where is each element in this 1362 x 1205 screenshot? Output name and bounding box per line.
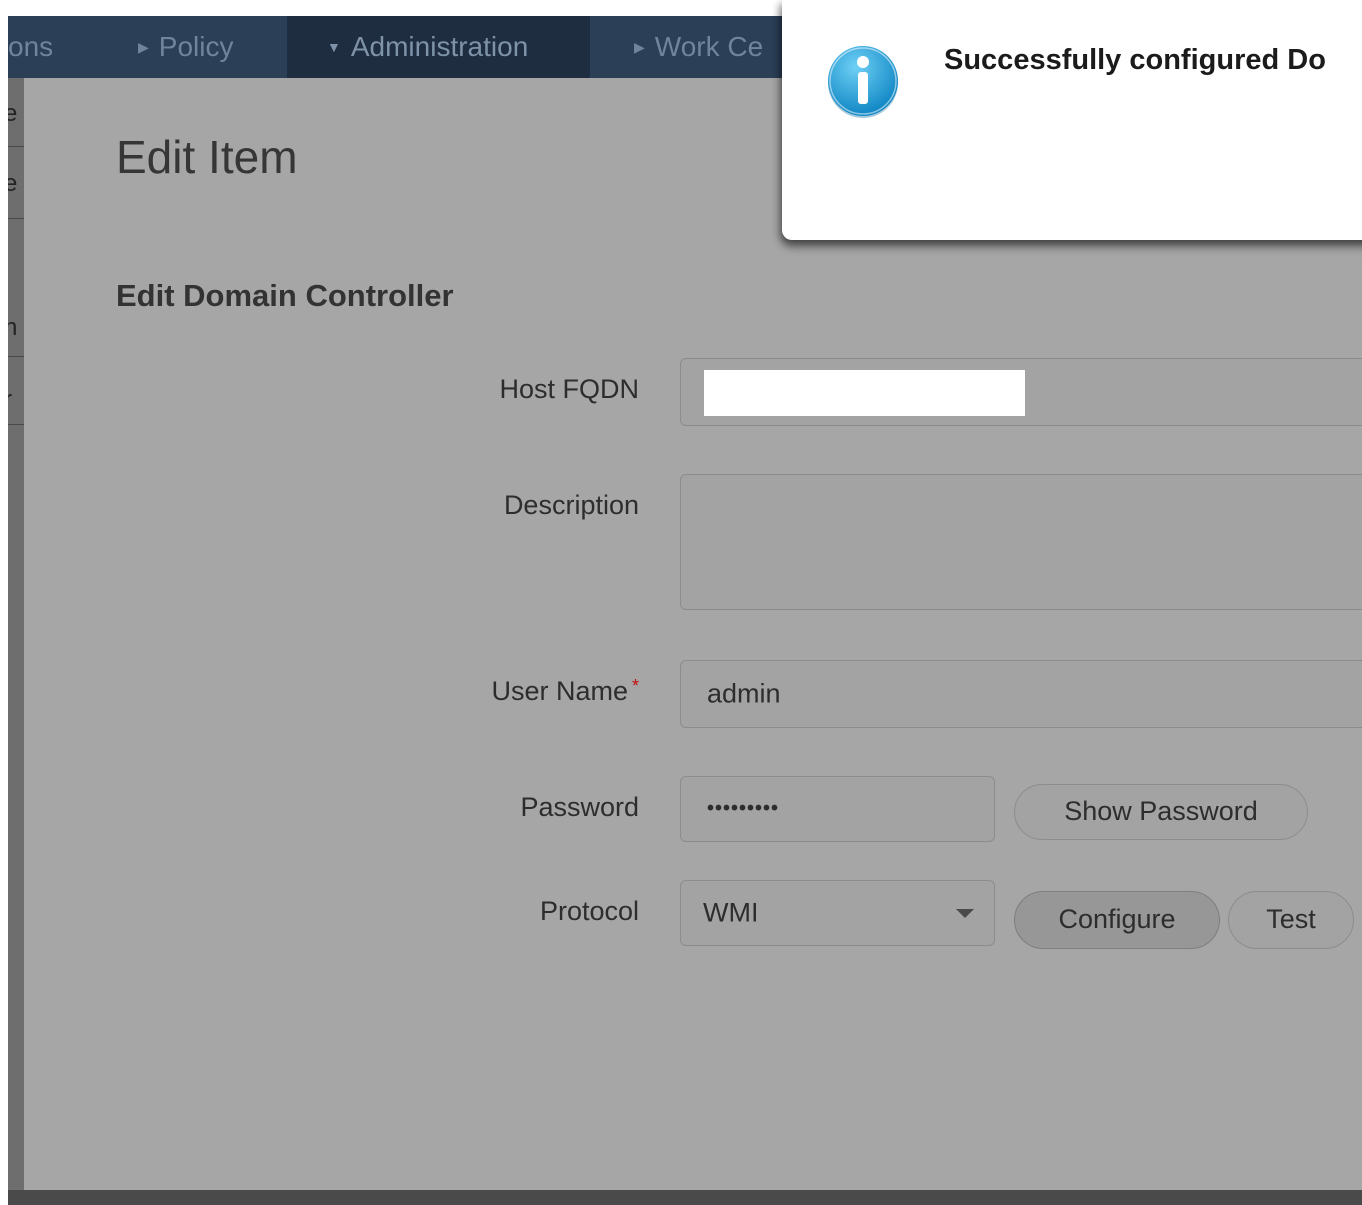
user-name-input[interactable]: admin (680, 660, 1362, 728)
password-value: ••••••••• (707, 797, 780, 820)
nav-item-label: ons (8, 31, 54, 62)
caret-right-icon: ▶ (634, 39, 645, 55)
password-label: Password (520, 792, 639, 822)
redacted-value (704, 370, 1025, 416)
test-button[interactable]: Test (1228, 891, 1354, 949)
info-icon (828, 46, 898, 118)
chevron-down-icon (956, 909, 974, 918)
section-title: Edit Domain Controller (116, 278, 454, 313)
divider (8, 424, 24, 425)
required-indicator: * (631, 676, 639, 696)
nav-item-administration[interactable]: ▼ Administration (287, 16, 590, 78)
toast-message: Successfully configured Do (944, 44, 1326, 76)
user-name-value: admin (707, 678, 781, 709)
nav-item-label: Work Ce (654, 31, 764, 62)
user-name-label-text: User Name (491, 676, 628, 706)
nav-item-ons[interactable]: ons (8, 16, 53, 78)
background-text-fragment: r (8, 386, 12, 414)
background-page-strip: e e n r (8, 78, 24, 1205)
nav-item-label: Administration (350, 31, 529, 62)
host-fqdn-input[interactable] (680, 358, 1362, 426)
modal-title: Edit Item (116, 131, 298, 183)
description-label: Description (503, 490, 639, 520)
protocol-select[interactable]: WMI (680, 880, 995, 946)
protocol-selected-value: WMI (703, 897, 759, 928)
divider (8, 218, 24, 219)
host-fqdn-label: Host FQDN (499, 374, 639, 404)
description-textarea[interactable] (680, 474, 1362, 610)
edit-item-modal: Edit Item Edit Domain Controller Host FQ… (24, 78, 1362, 1190)
modal-bottom-edge (8, 1190, 1362, 1205)
background-text-fragment: e (8, 170, 18, 197)
background-text-fragment: e (8, 100, 18, 127)
caret-down-icon: ▼ (327, 39, 341, 55)
nav-item-work-centers[interactable]: ▶ Work Ce (634, 16, 763, 78)
configure-button[interactable]: Configure (1014, 891, 1220, 949)
protocol-label: Protocol (539, 896, 639, 926)
user-name-label: User Name * (491, 676, 639, 707)
divider (8, 356, 24, 357)
nav-item-label: Policy (158, 31, 234, 62)
success-toast: Successfully configured Do (782, 0, 1362, 240)
caret-right-icon: ▶ (138, 39, 149, 55)
show-password-button[interactable]: Show Password (1014, 784, 1308, 840)
background-text-fragment: n (8, 314, 18, 341)
divider (8, 146, 24, 147)
password-input[interactable]: ••••••••• (680, 776, 995, 842)
nav-item-policy[interactable]: ▶ Policy (138, 16, 233, 78)
